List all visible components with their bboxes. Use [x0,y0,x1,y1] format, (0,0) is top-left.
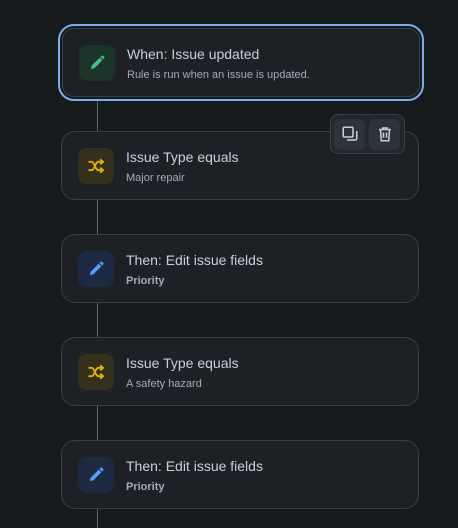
pencil-icon [78,251,114,287]
rule-subtitle: Major repair [126,172,185,184]
rule-title: Issue Type equals [126,149,239,165]
rule-title: When: Issue updated [127,46,260,62]
rule-title: Issue Type equals [126,355,239,371]
rule-subtitle: A safety hazard [126,378,202,390]
shuffle-icon [78,354,114,390]
trigger-card-issue-updated[interactable]: When: Issue updated Rule is run when an … [58,24,424,101]
rule-subtitle: Priority [126,481,165,493]
action-card-edit-issue-fields[interactable]: Then: Edit issue fields Priority [61,440,419,509]
rule-title: Then: Edit issue fields [126,252,263,268]
duplicate-icon [342,126,357,141]
rule-title: Then: Edit issue fields [126,458,263,474]
rule-subtitle: Priority [126,275,165,287]
delete-button[interactable] [369,118,400,150]
pencil-icon [78,457,114,493]
trash-icon [378,127,391,142]
action-card-edit-issue-fields[interactable]: Then: Edit issue fields Priority [61,234,419,303]
pencil-icon [79,45,115,81]
rule-subtitle: Rule is run when an issue is updated. [127,69,310,81]
shuffle-icon [78,148,114,184]
duplicate-button[interactable] [334,118,365,150]
condition-card-issue-type[interactable]: Issue Type equals A safety hazard [61,337,419,406]
card-action-toolbar [330,114,405,154]
